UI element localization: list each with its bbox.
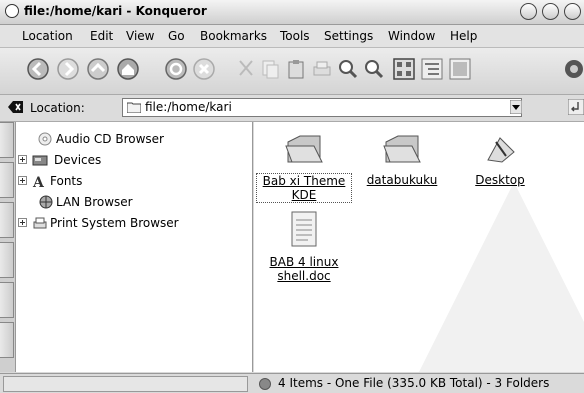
sidebar-tab-history[interactable] bbox=[0, 242, 14, 278]
location-input[interactable]: file:/home/kari bbox=[122, 98, 522, 117]
tree-item-label: Audio CD Browser bbox=[56, 132, 164, 146]
fonts-icon: A bbox=[32, 175, 45, 189]
icon-view-icon[interactable] bbox=[392, 57, 416, 81]
file-label: databukuku bbox=[366, 173, 438, 187]
status-bar: 4 Items - One File (335.0 KB Total) - 3 … bbox=[0, 373, 584, 393]
file-label: BAB 4 linux shell.doc bbox=[269, 255, 339, 283]
home-icon[interactable] bbox=[116, 57, 140, 81]
sidebar-status-field bbox=[3, 376, 248, 392]
sidebar-tab-home[interactable] bbox=[0, 282, 14, 318]
expand-icon[interactable] bbox=[18, 218, 27, 227]
sidebar-tab-services[interactable] bbox=[0, 122, 14, 158]
location-label: Location: bbox=[30, 101, 85, 115]
file-item[interactable]: databukuku bbox=[354, 132, 450, 187]
window-title: file:/home/kari - Konqueror bbox=[24, 4, 207, 18]
menu-help[interactable]: Help bbox=[450, 29, 477, 43]
sidebar-tab-network[interactable] bbox=[0, 202, 14, 238]
file-view: Bab xi Theme KDE databukuku Desktop BAB … bbox=[254, 122, 584, 372]
status-text: 4 Items - One File (335.0 KB Total) - 3 … bbox=[278, 376, 550, 390]
view-indicator-icon bbox=[259, 378, 271, 390]
go-icon[interactable] bbox=[568, 99, 584, 115]
back-icon[interactable] bbox=[26, 57, 50, 81]
tree-item-label: Fonts bbox=[50, 174, 83, 188]
clear-location-icon[interactable] bbox=[8, 100, 24, 114]
lan-icon bbox=[39, 195, 53, 209]
folder-icon bbox=[383, 135, 421, 163]
menu-go[interactable]: Go bbox=[168, 29, 185, 43]
file-item[interactable]: Desktop bbox=[452, 132, 548, 187]
file-item[interactable]: BAB 4 linux shell.doc bbox=[256, 210, 352, 283]
tree-item-label: Print System Browser bbox=[50, 216, 179, 230]
zoom-out-icon[interactable] bbox=[362, 57, 386, 81]
maximize-button[interactable] bbox=[542, 3, 559, 20]
tree-view-icon[interactable] bbox=[420, 57, 444, 81]
menu-tools[interactable]: Tools bbox=[280, 29, 310, 43]
up-icon[interactable] bbox=[86, 57, 110, 81]
print-icon[interactable] bbox=[310, 57, 334, 81]
audio-cd-icon bbox=[38, 132, 52, 146]
title-bar: file:/home/kari - Konqueror bbox=[0, 0, 584, 25]
menu-location[interactable]: Location bbox=[22, 29, 73, 43]
location-dropdown-icon[interactable] bbox=[510, 100, 522, 114]
tree-item-label: Devices bbox=[54, 153, 102, 167]
busy-indicator-icon bbox=[565, 60, 583, 78]
desktop-folder-icon bbox=[487, 137, 515, 163]
folder-icon bbox=[285, 135, 323, 163]
zoom-in-icon[interactable] bbox=[336, 57, 360, 81]
close-button[interactable] bbox=[564, 3, 581, 20]
sidebar-tab-devices[interactable] bbox=[0, 322, 14, 358]
watermark-logo bbox=[419, 182, 584, 372]
reload-icon[interactable] bbox=[164, 57, 188, 81]
menu-settings[interactable]: Settings bbox=[324, 29, 373, 43]
file-item[interactable]: Bab xi Theme KDE bbox=[256, 132, 352, 203]
stop-icon[interactable] bbox=[192, 57, 216, 81]
detail-view-icon[interactable] bbox=[448, 57, 472, 81]
tree-item-label: LAN Browser bbox=[56, 195, 133, 209]
navigation-tree: Audio CD Browser Devices A Fonts LAN Bro… bbox=[16, 122, 253, 372]
sidebar-tab-bookmarks[interactable] bbox=[0, 162, 14, 198]
file-label: Bab xi Theme KDE bbox=[256, 173, 352, 203]
sidebar-tab-column bbox=[0, 122, 16, 372]
location-bar: Location: file:/home/kari bbox=[0, 95, 584, 122]
forward-icon[interactable] bbox=[56, 57, 80, 81]
menu-edit[interactable]: Edit bbox=[90, 29, 113, 43]
minimize-button[interactable] bbox=[520, 3, 537, 20]
location-value: file:/home/kari bbox=[145, 100, 232, 114]
svg-text:A: A bbox=[32, 175, 45, 189]
devices-icon bbox=[32, 155, 48, 166]
printer-icon bbox=[33, 217, 47, 229]
copy-icon[interactable] bbox=[258, 57, 282, 81]
menu-bar: Location Edit View Go Bookmarks Tools Se… bbox=[0, 25, 584, 48]
menu-bookmarks[interactable]: Bookmarks bbox=[200, 29, 267, 43]
paste-icon[interactable] bbox=[284, 57, 308, 81]
cut-icon[interactable] bbox=[234, 57, 258, 81]
toolbar bbox=[0, 48, 584, 95]
app-icon[interactable] bbox=[5, 4, 19, 18]
file-label: Desktop bbox=[475, 173, 525, 187]
menu-window[interactable]: Window bbox=[388, 29, 435, 43]
expand-icon[interactable] bbox=[18, 176, 27, 185]
expand-icon[interactable] bbox=[18, 155, 27, 164]
menu-view[interactable]: View bbox=[126, 29, 154, 43]
document-icon bbox=[291, 211, 317, 247]
folder-icon bbox=[127, 102, 141, 113]
